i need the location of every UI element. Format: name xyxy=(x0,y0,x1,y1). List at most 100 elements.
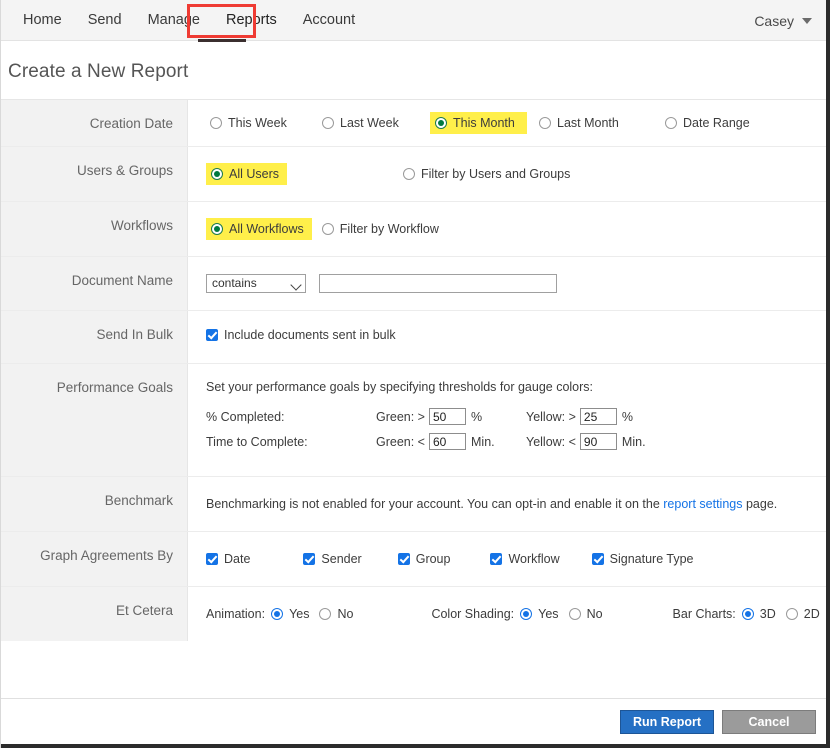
option-label: Filter by Workflow xyxy=(340,222,439,236)
operator-value: contains xyxy=(212,276,257,290)
radio-animation-no[interactable]: No xyxy=(319,607,353,621)
radio-icon-selected xyxy=(742,608,754,620)
benchmark-text-after: page. xyxy=(742,497,777,511)
user-name: Casey xyxy=(754,13,794,29)
radio-icon xyxy=(786,608,798,620)
option-label: No xyxy=(587,607,603,621)
radio-bar-charts-2d[interactable]: 2D xyxy=(786,607,820,621)
nav-item-send[interactable]: Send xyxy=(75,0,135,41)
option-label: 2D xyxy=(804,607,820,621)
benchmark-text-before: Benchmarking is not enabled for your acc… xyxy=(206,497,663,511)
goal-green-unit: % xyxy=(471,410,482,424)
checkbox-sender[interactable]: Sender xyxy=(303,552,361,566)
top-navigation-bar: Home Send Manage Reports Account Casey xyxy=(0,0,830,41)
radio-date-range[interactable]: Date Range xyxy=(661,113,754,133)
report-form: Creation Date This Week Last Week This M… xyxy=(0,99,830,641)
checkbox-signature-type[interactable]: Signature Type xyxy=(592,552,694,566)
et-cetera-group-color-shading: Color Shading: Yes No xyxy=(431,607,612,621)
creation-date-options: This Week Last Week This Month Last Mont… xyxy=(206,112,830,134)
radio-bar-charts-3d[interactable]: 3D xyxy=(742,607,776,621)
goal-name: % Completed: xyxy=(206,410,376,424)
nav-item-account[interactable]: Account xyxy=(290,0,368,41)
checkbox-workflow[interactable]: Workflow xyxy=(490,552,559,566)
row-users-groups: Users & Groups All Users Filter by Users… xyxy=(0,147,830,202)
radio-icon xyxy=(665,117,677,129)
performance-goal-line: Time to Complete: Green: < Min. Yellow: … xyxy=(206,433,830,450)
checkbox-group[interactable]: Group xyxy=(398,552,451,566)
goal-green-input[interactable] xyxy=(429,433,466,450)
page-title: Create a New Report xyxy=(0,41,830,99)
row-creation-date: Creation Date This Week Last Week This M… xyxy=(0,100,830,147)
group-label: Bar Charts: xyxy=(673,607,736,621)
checkbox-label: Sender xyxy=(321,552,361,566)
radio-this-week[interactable]: This Week xyxy=(206,113,318,133)
goal-green-unit: Min. xyxy=(471,435,495,449)
nav-item-home[interactable]: Home xyxy=(10,0,75,41)
run-report-button[interactable]: Run Report xyxy=(620,710,714,734)
label-document-name: Document Name xyxy=(0,257,188,310)
label-creation-date: Creation Date xyxy=(0,100,188,146)
active-tab-indicator xyxy=(198,39,246,42)
checkbox-include-documents-sent-in-bulk[interactable]: Include documents sent in bulk xyxy=(206,328,396,342)
performance-goals-grid: % Completed: Green: > % Yellow: > % xyxy=(206,408,830,450)
radio-this-month[interactable]: This Month xyxy=(430,112,527,134)
checkbox-icon-checked xyxy=(303,553,315,565)
radio-color-shading-no[interactable]: No xyxy=(569,607,603,621)
option-label: Yes xyxy=(538,607,558,621)
radio-icon-selected xyxy=(271,608,283,620)
option-label: Date Range xyxy=(683,116,750,130)
row-benchmark: Benchmark Benchmarking is not enabled fo… xyxy=(0,477,830,532)
radio-last-week[interactable]: Last Week xyxy=(318,113,430,133)
label-workflows: Workflows xyxy=(0,202,188,256)
nav-item-manage[interactable]: Manage xyxy=(135,0,213,41)
workflows-options: All Workflows Filter by Workflow xyxy=(206,218,830,240)
row-workflows: Workflows All Workflows Filter by Workfl… xyxy=(0,202,830,257)
goal-green-input[interactable] xyxy=(429,408,466,425)
radio-filter-by-workflow[interactable]: Filter by Workflow xyxy=(318,219,443,239)
radio-icon-selected xyxy=(211,223,223,235)
goal-green-label: Green: > xyxy=(376,410,425,424)
window-left-edge xyxy=(0,0,1,748)
chevron-down-icon xyxy=(802,18,812,24)
goal-yellow-unit: Min. xyxy=(622,435,646,449)
label-users-groups: Users & Groups xyxy=(0,147,188,201)
radio-animation-yes[interactable]: Yes xyxy=(271,607,309,621)
et-cetera-group-bar-charts: Bar Charts: 3D 2D xyxy=(673,607,820,621)
report-settings-link[interactable]: report settings xyxy=(663,497,742,511)
et-cetera-options: Animation: Yes No Color Shading: xyxy=(206,607,830,621)
goal-yellow-input[interactable] xyxy=(580,408,617,425)
label-performance-goals: Performance Goals xyxy=(0,364,188,476)
goal-yellow-group: Yellow: < Min. xyxy=(526,433,646,450)
goal-yellow-input[interactable] xyxy=(580,433,617,450)
checkbox-icon-checked xyxy=(206,329,218,341)
nav-item-reports[interactable]: Reports xyxy=(213,0,290,41)
goal-name: Time to Complete: xyxy=(206,435,376,449)
label-graph-agreements-by: Graph Agreements By xyxy=(0,532,188,586)
radio-color-shading-yes[interactable]: Yes xyxy=(520,607,558,621)
row-send-in-bulk: Send In Bulk Include documents sent in b… xyxy=(0,311,830,364)
form-footer: Run Report Cancel xyxy=(0,698,830,748)
checkbox-icon-checked xyxy=(398,553,410,565)
radio-icon xyxy=(569,608,581,620)
label-send-in-bulk: Send In Bulk xyxy=(0,311,188,363)
goal-yellow-label: Yellow: > xyxy=(526,410,576,424)
cancel-button[interactable]: Cancel xyxy=(722,710,816,734)
radio-all-workflows[interactable]: All Workflows xyxy=(206,218,312,240)
document-name-input[interactable] xyxy=(319,274,557,293)
goal-yellow-group: Yellow: > % xyxy=(526,408,633,425)
radio-icon-selected xyxy=(520,608,532,620)
row-document-name: Document Name contains xyxy=(0,257,830,311)
radio-last-month[interactable]: Last Month xyxy=(535,113,661,133)
benchmark-message: Benchmarking is not enabled for your acc… xyxy=(206,497,830,511)
option-label: All Users xyxy=(229,167,279,181)
option-label: Last Month xyxy=(557,116,619,130)
row-performance-goals: Performance Goals Set your performance g… xyxy=(0,364,830,477)
user-menu[interactable]: Casey xyxy=(754,0,812,41)
checkbox-icon-checked xyxy=(206,553,218,565)
document-name-operator-select[interactable]: contains xyxy=(206,274,306,293)
checkbox-date[interactable]: Date xyxy=(206,552,250,566)
radio-filter-by-users-and-groups[interactable]: Filter by Users and Groups xyxy=(399,164,574,184)
checkbox-label: Signature Type xyxy=(610,552,694,566)
radio-all-users[interactable]: All Users xyxy=(206,163,287,185)
option-label: All Workflows xyxy=(229,222,304,236)
